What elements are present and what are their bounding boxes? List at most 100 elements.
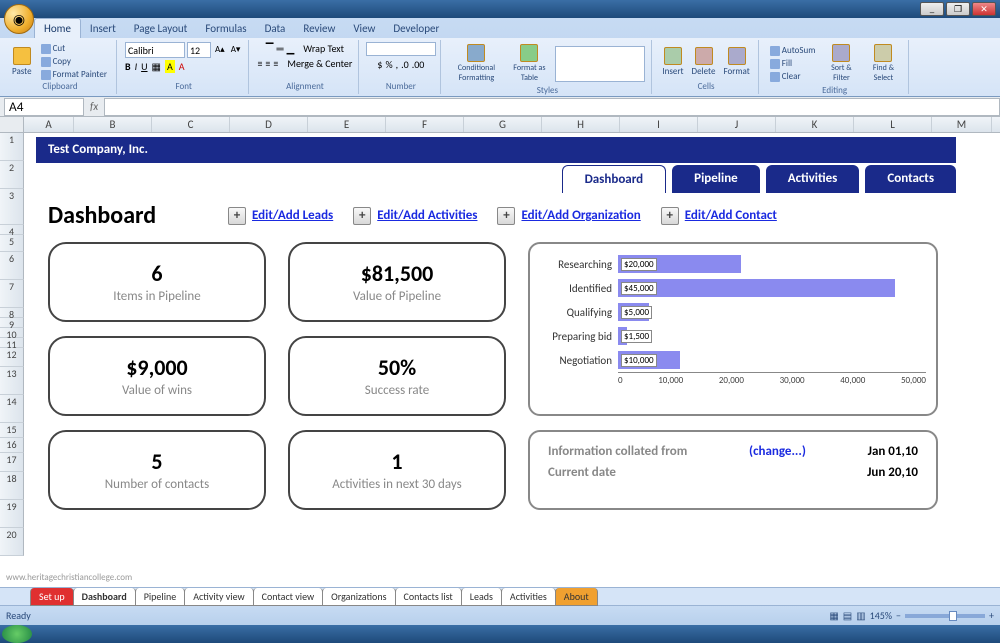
zoom-level[interactable]: 145% [870, 609, 892, 622]
paste-button[interactable]: Paste [10, 45, 34, 79]
bold-button[interactable]: B [125, 60, 131, 73]
row-header[interactable]: 16 [0, 438, 24, 453]
zoom-out-button[interactable]: − [896, 609, 901, 622]
sheet-tab-pipeline[interactable]: Pipeline [135, 588, 186, 606]
col-header[interactable]: C [152, 117, 230, 132]
tab-home[interactable]: Home [34, 18, 81, 38]
align-middle-button[interactable]: ═ [277, 42, 284, 55]
plus-icon[interactable]: + [228, 207, 246, 225]
tab-view[interactable]: View [344, 19, 384, 38]
align-center-button[interactable]: ≡ [265, 57, 270, 70]
edit-organization-link[interactable]: Edit/Add Organization [521, 208, 640, 223]
view-break-button[interactable]: ▥ [856, 609, 865, 622]
row-header[interactable]: 20 [0, 528, 24, 556]
font-size-select[interactable] [187, 42, 211, 58]
clear-button[interactable]: Clear [767, 70, 819, 83]
row-header[interactable]: 19 [0, 500, 24, 528]
nav-tab-contacts[interactable]: Contacts [865, 165, 956, 193]
plus-icon[interactable]: + [497, 207, 515, 225]
decrease-decimal-button[interactable]: .00 [412, 58, 425, 71]
align-top-button[interactable]: ▔ [266, 42, 274, 55]
row-header[interactable]: 11 [0, 338, 24, 348]
row-header[interactable]: 18 [0, 472, 24, 500]
edit-leads-link[interactable]: Edit/Add Leads [252, 208, 333, 223]
number-format-select[interactable] [366, 42, 436, 56]
change-link[interactable]: (change...) [749, 444, 806, 459]
row-header[interactable]: 5 [0, 235, 24, 252]
row-header[interactable]: 14 [0, 395, 24, 423]
sheet-tab-dashboard[interactable]: Dashboard [73, 588, 136, 606]
sheet-tab-contact-view[interactable]: Contact view [253, 588, 324, 606]
zoom-slider[interactable] [905, 614, 985, 618]
row-header[interactable]: 13 [0, 367, 24, 395]
align-right-button[interactable]: ≡ [273, 57, 278, 70]
format-painter-button[interactable]: Format Painter [38, 68, 110, 81]
sheet-tab-contacts-list[interactable]: Contacts list [395, 588, 462, 606]
tab-page-layout[interactable]: Page Layout [125, 19, 197, 38]
col-header[interactable]: E [308, 117, 386, 132]
fill-color-button[interactable]: A [165, 60, 175, 73]
font-color-button[interactable]: A [179, 60, 185, 73]
tab-insert[interactable]: Insert [81, 19, 125, 38]
increase-font-button[interactable]: A▴ [213, 42, 227, 58]
tab-developer[interactable]: Developer [384, 19, 448, 38]
maximize-button[interactable]: ❐ [946, 2, 970, 16]
nav-tab-pipeline[interactable]: Pipeline [672, 165, 760, 193]
minimize-button[interactable]: _ [920, 2, 944, 16]
plus-icon[interactable]: + [661, 207, 679, 225]
plus-icon[interactable]: + [353, 207, 371, 225]
col-header[interactable]: H [542, 117, 620, 132]
sheet-tab-activity-view[interactable]: Activity view [184, 588, 253, 606]
col-header[interactable]: I [620, 117, 698, 132]
close-button[interactable]: ✕ [972, 2, 996, 16]
name-box[interactable] [4, 98, 84, 116]
percent-button[interactable]: % [385, 58, 392, 71]
tab-review[interactable]: Review [294, 19, 344, 38]
format-as-table-button[interactable]: Format as Table [507, 42, 551, 85]
row-header[interactable]: 2 [0, 161, 24, 189]
fill-button[interactable]: Fill [767, 57, 819, 70]
cell-styles-gallery[interactable] [555, 46, 645, 82]
sheet-tab-leads[interactable]: Leads [461, 588, 502, 606]
sort-filter-button[interactable]: Sort & Filter [822, 42, 860, 85]
sheet-tab-activities[interactable]: Activities [501, 588, 556, 606]
col-header[interactable]: F [386, 117, 464, 132]
font-name-select[interactable] [125, 42, 185, 58]
col-header[interactable]: A [24, 117, 74, 132]
sheet-tab-organizations[interactable]: Organizations [322, 588, 395, 606]
view-layout-button[interactable]: ▤ [843, 609, 852, 622]
row-header[interactable]: 8 [0, 308, 24, 318]
align-bottom-button[interactable]: ▁ [287, 42, 295, 55]
currency-button[interactable]: $ [377, 58, 382, 71]
comma-button[interactable]: , [396, 58, 399, 71]
tab-data[interactable]: Data [256, 19, 295, 38]
row-header[interactable]: 1 [0, 133, 24, 161]
format-cells-button[interactable]: Format [721, 45, 751, 79]
zoom-in-button[interactable]: + [989, 609, 994, 622]
col-header[interactable]: K [776, 117, 854, 132]
formula-input[interactable] [104, 98, 1000, 116]
row-header[interactable]: 9 [0, 318, 24, 328]
decrease-font-button[interactable]: A▾ [229, 42, 243, 58]
col-header[interactable]: G [464, 117, 542, 132]
row-header[interactable]: 10 [0, 328, 24, 338]
row-header[interactable]: 3 [0, 189, 24, 225]
sheet-tab-about[interactable]: About [555, 588, 598, 606]
align-left-button[interactable]: ≡ [257, 57, 262, 70]
insert-cells-button[interactable]: Insert [660, 45, 685, 79]
delete-cells-button[interactable]: Delete [690, 45, 718, 79]
fx-button[interactable]: fx [84, 100, 104, 113]
autosum-button[interactable]: AutoSum [767, 44, 819, 57]
office-button[interactable]: ◉ [4, 4, 34, 34]
find-select-button[interactable]: Find & Select [864, 42, 902, 85]
col-header[interactable]: D [230, 117, 308, 132]
worksheet[interactable]: 1 2 3 4 5 6 7 8 9 10 11 12 13 14 15 16 1… [0, 133, 1000, 587]
underline-button[interactable]: U [141, 60, 147, 73]
select-all-corner[interactable] [0, 117, 24, 132]
wrap-text-button[interactable]: Wrap Text [303, 42, 344, 55]
italic-button[interactable]: I [135, 60, 138, 73]
copy-button[interactable]: Copy [38, 55, 110, 68]
merge-center-button[interactable]: Merge & Center [287, 57, 352, 70]
sheet-tab-setup[interactable]: Set up [30, 588, 74, 606]
border-button[interactable]: ▦ [152, 60, 161, 73]
